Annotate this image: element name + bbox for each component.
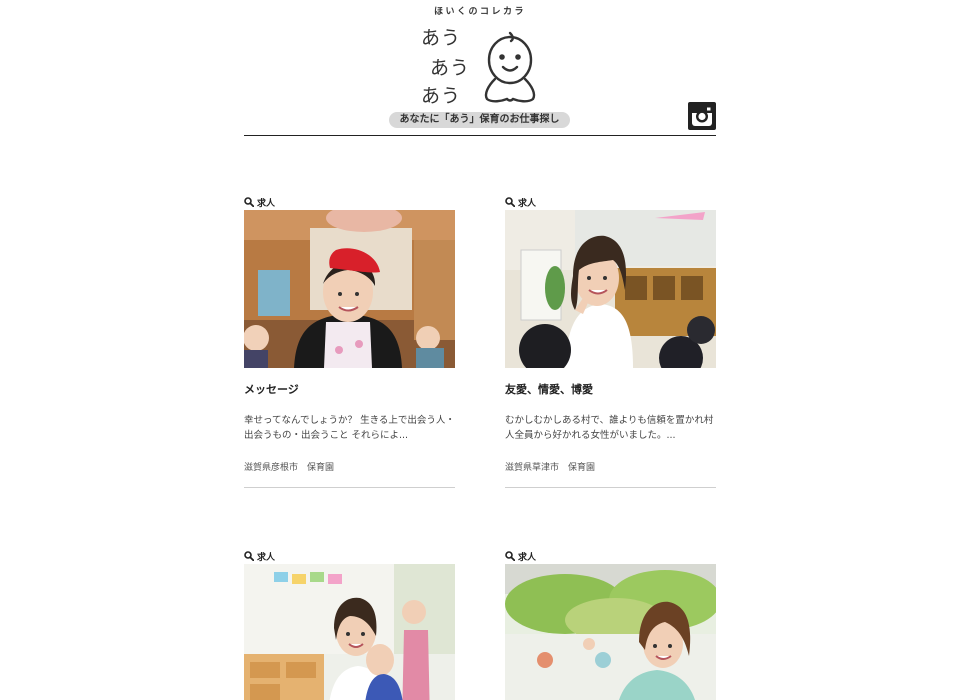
card-photo-image — [505, 210, 716, 368]
card-excerpt: むかしむかしある村で、誰よりも信頼を置かれ村人全員から好かれる女性がいました。.… — [505, 415, 714, 441]
search-icon — [505, 197, 515, 207]
card-photo[interactable] — [505, 564, 716, 700]
card-photo-image — [244, 564, 455, 700]
card-photo-image — [505, 564, 716, 700]
card-photo[interactable] — [244, 564, 455, 700]
job-card[interactable]: 求人 — [244, 550, 456, 700]
card-category-label: 求人 — [257, 552, 276, 563]
card-excerpt: 幸せってなんでしょうか？ 生きる上で出会う人・出会うもの・出会うこと それらによ… — [244, 415, 455, 441]
search-icon — [244, 551, 254, 561]
logo-text-line-3[interactable]: あう — [421, 87, 461, 106]
card-photo[interactable] — [244, 210, 455, 368]
header-divider — [244, 135, 716, 136]
logo-text-line-1[interactable]: あう — [421, 29, 461, 48]
card-location: 滋賀県草津市 保育園 — [505, 463, 596, 473]
job-card[interactable]: 求人 — [244, 196, 456, 488]
search-icon — [505, 551, 515, 561]
card-category-label: 求人 — [518, 552, 537, 563]
card-photo[interactable] — [505, 210, 716, 368]
card-category[interactable]: 求人 — [244, 196, 456, 209]
card-divider — [505, 487, 716, 488]
baby-face-mascot-icon[interactable] — [480, 30, 540, 106]
site-header: ほいくのコレカラ あう あう あう あなたに「あう」保育のお仕事探し — [244, 0, 716, 138]
card-photo-image — [244, 210, 455, 368]
card-title[interactable]: メッセージ — [244, 382, 456, 398]
card-category-label: 求人 — [518, 198, 537, 209]
card-divider — [244, 487, 455, 488]
card-category-label: 求人 — [257, 198, 276, 209]
card-category[interactable]: 求人 — [505, 550, 717, 563]
search-icon — [244, 197, 254, 207]
logo-text-line-2[interactable]: あう — [430, 59, 470, 78]
page: ほいくのコレカラ あう あう あう あなたに「あう」保育のお仕事探し 求人 メッ… — [0, 0, 960, 700]
logo-subtitle[interactable]: ほいくのコレカラ — [422, 4, 538, 17]
job-card[interactable]: 求人 — [505, 550, 717, 700]
site-tagline: あなたに「あう」保育のお仕事探し — [389, 112, 570, 128]
card-location: 滋賀県彦根市 保育園 — [244, 463, 335, 473]
card-category[interactable]: 求人 — [505, 196, 717, 209]
card-title[interactable]: 友愛、情愛、博愛 — [505, 382, 717, 398]
card-category[interactable]: 求人 — [244, 550, 456, 563]
job-card[interactable]: 求人 — [505, 196, 717, 488]
instagram-icon[interactable] — [688, 102, 716, 130]
